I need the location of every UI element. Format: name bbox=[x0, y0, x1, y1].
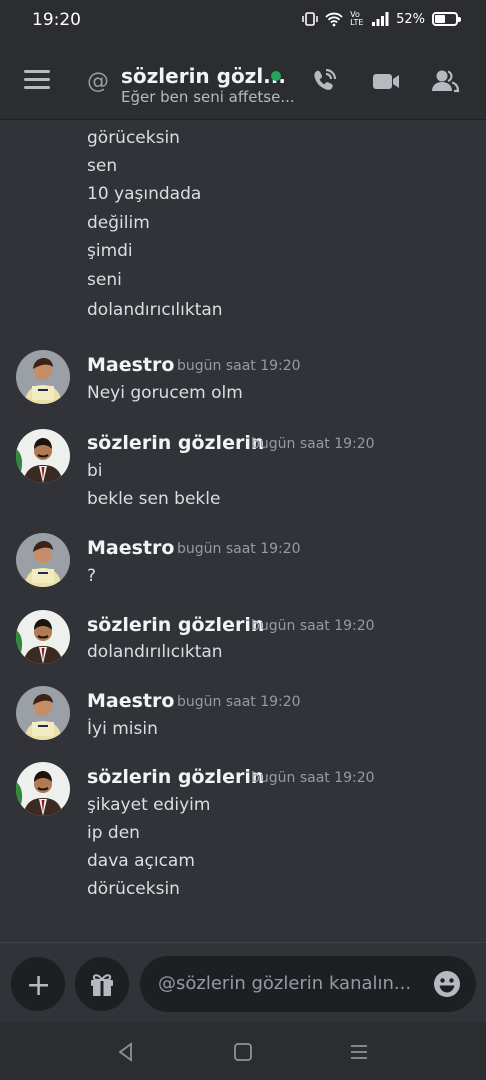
battery-percent: 52% bbox=[396, 11, 425, 27]
avatar-sozlerin-gozlerin[interactable] bbox=[16, 429, 70, 483]
message-author[interactable]: sözlerin gözlerin bbox=[87, 766, 264, 788]
emoji-icon[interactable] bbox=[432, 969, 462, 999]
system-nav-bar bbox=[0, 1022, 486, 1080]
video-camera-icon[interactable] bbox=[371, 66, 401, 96]
message-line: İyi misin bbox=[87, 719, 158, 739]
back-icon[interactable] bbox=[115, 1041, 137, 1063]
plus-icon: + bbox=[26, 968, 52, 1003]
home-icon[interactable] bbox=[232, 1041, 254, 1063]
message-author[interactable]: Maestro bbox=[87, 537, 174, 559]
volte-label: Vo LTE bbox=[350, 10, 364, 27]
signal-icon bbox=[372, 12, 389, 26]
message-author[interactable]: Maestro bbox=[87, 690, 174, 712]
message-timestamp: bugün saat 19:20 bbox=[251, 770, 375, 786]
message-line: dava açıcam bbox=[87, 851, 195, 871]
dm-title[interactable]: sözlerin gözl... bbox=[121, 64, 286, 88]
recents-icon[interactable] bbox=[348, 1041, 370, 1063]
message-author[interactable]: sözlerin gözlerin bbox=[87, 432, 264, 454]
message-line: dörüceksin bbox=[87, 879, 180, 899]
message-input[interactable]: @sözlerin gözlerin kanalın... bbox=[140, 956, 476, 1012]
message-line: değilim bbox=[87, 213, 150, 233]
message-line: sen bbox=[87, 156, 118, 176]
online-status-icon bbox=[271, 71, 281, 81]
avatar-maestro[interactable] bbox=[16, 533, 70, 587]
battery-fill bbox=[435, 15, 445, 23]
at-icon: @ bbox=[87, 69, 109, 94]
avatar-maestro[interactable] bbox=[16, 350, 70, 404]
avatar-sozlerin-gozlerin[interactable] bbox=[16, 762, 70, 816]
message-line: Neyi gorucem olm bbox=[87, 383, 243, 403]
dm-subtitle[interactable]: Eğer ben seni affetse... bbox=[121, 88, 295, 106]
gift-button[interactable] bbox=[75, 957, 129, 1011]
phone-call-icon[interactable] bbox=[309, 66, 339, 96]
message-line: dolandırılıcıktan bbox=[87, 642, 223, 662]
message-timestamp: bugün saat 19:20 bbox=[251, 436, 375, 452]
message-author[interactable]: Maestro bbox=[87, 354, 174, 376]
message-line: şimdi bbox=[87, 241, 133, 261]
message-line: dolandırıcılıktan bbox=[87, 300, 223, 320]
channel-header: @ sözlerin gözl... Eğer ben seni affetse… bbox=[0, 42, 486, 120]
message-line: ? bbox=[87, 566, 97, 586]
add-attachment-button[interactable]: + bbox=[11, 957, 65, 1011]
status-icons: Vo LTE 52% bbox=[302, 10, 461, 27]
menu-icon[interactable] bbox=[24, 70, 50, 90]
members-icon[interactable] bbox=[430, 66, 460, 96]
message-line: görüceksin bbox=[87, 128, 180, 148]
message-timestamp: bugün saat 19:20 bbox=[177, 541, 301, 557]
wifi-icon bbox=[325, 12, 343, 27]
avatar-sozlerin-gozlerin[interactable] bbox=[16, 610, 70, 664]
battery-icon bbox=[432, 12, 461, 26]
message-timestamp: bugün saat 19:20 bbox=[177, 358, 301, 374]
message-timestamp: bugün saat 19:20 bbox=[177, 694, 301, 710]
gift-icon bbox=[91, 974, 113, 996]
message-list[interactable]: görüceksin sen 10 yaşındada değilim şimd… bbox=[0, 121, 486, 941]
avatar-maestro[interactable] bbox=[16, 686, 70, 740]
message-line: şikayet ediyim bbox=[87, 795, 211, 815]
status-bar: 19:20 Vo LTE 52% bbox=[0, 0, 486, 42]
message-line: bekle sen bekle bbox=[87, 489, 221, 509]
message-line: ip den bbox=[87, 823, 140, 843]
vibrate-icon bbox=[302, 12, 318, 26]
message-line: seni bbox=[87, 270, 122, 290]
status-time: 19:20 bbox=[32, 10, 81, 30]
message-input-placeholder: @sözlerin gözlerin kanalın... bbox=[158, 973, 412, 994]
message-line: bi bbox=[87, 461, 103, 481]
message-timestamp: bugün saat 19:20 bbox=[251, 618, 375, 634]
message-composer: + @sözlerin gözlerin kanalın... bbox=[0, 942, 486, 1022]
message-line: 10 yaşındada bbox=[87, 184, 202, 204]
message-author[interactable]: sözlerin gözlerin bbox=[87, 614, 264, 636]
